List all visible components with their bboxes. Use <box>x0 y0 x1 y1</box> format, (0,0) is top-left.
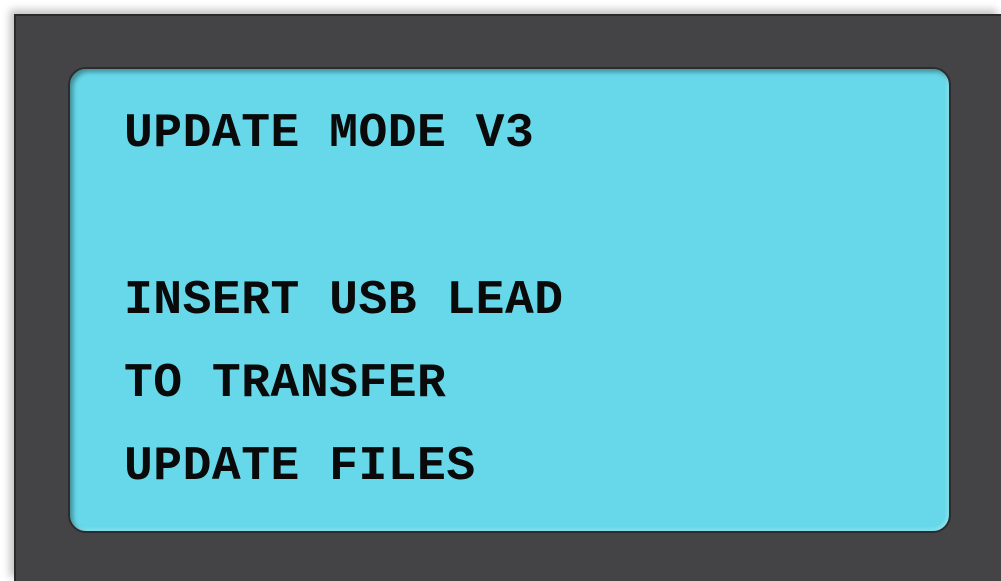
lcd-title-line: UPDATE MODE V3 <box>124 107 535 161</box>
lcd-instruction-line-3: UPDATE FILES <box>124 440 476 494</box>
lcd-screen: UPDATE MODE V3 INSERT USB LEAD TO TRANSF… <box>68 67 951 533</box>
device-frame: UPDATE MODE V3 INSERT USB LEAD TO TRANSF… <box>14 14 1001 581</box>
lcd-instruction-line-1: INSERT USB LEAD <box>124 274 564 328</box>
lcd-instruction-line-2: TO TRANSFER <box>124 357 447 411</box>
